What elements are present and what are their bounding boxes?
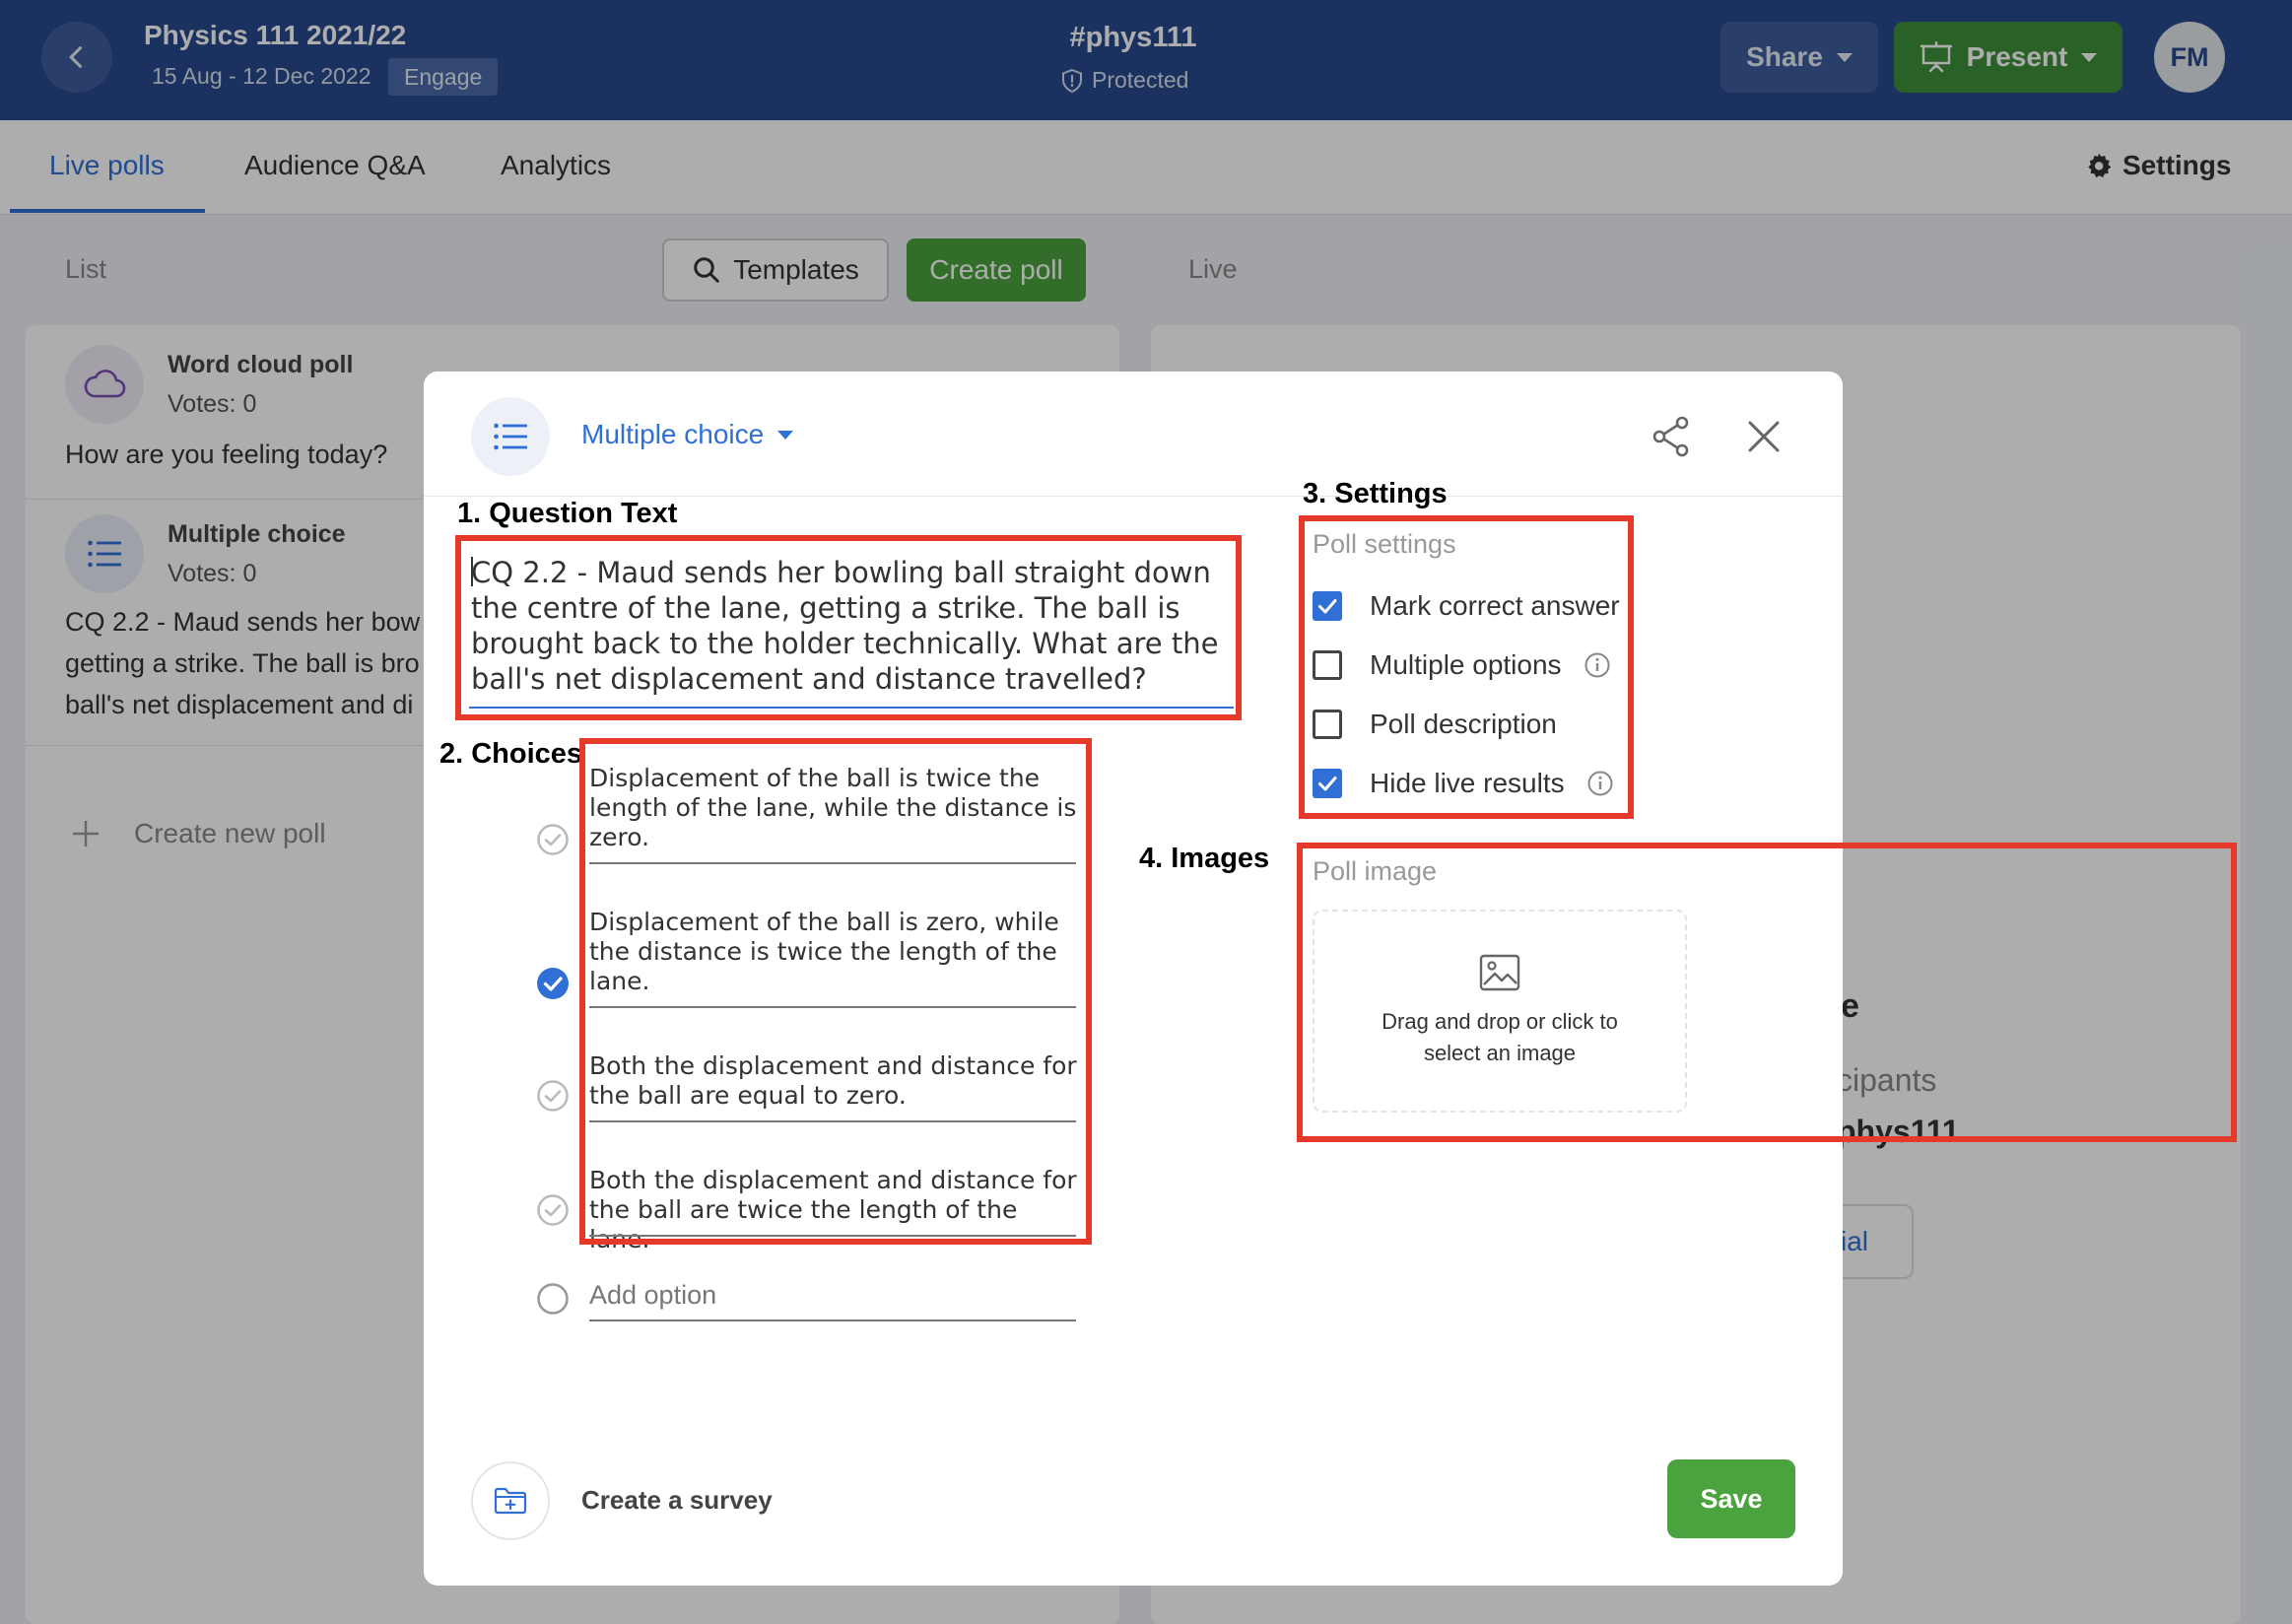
modal-header-divider [424, 496, 1843, 497]
annotation-images: 4. Images [1139, 843, 1270, 874]
correct-toggle-icon[interactable] [536, 1193, 570, 1227]
poll-type-dropdown[interactable]: Multiple choice [581, 419, 794, 450]
poll-type-label: Multiple choice [581, 419, 765, 449]
annotation-choices: 2. Choices [439, 738, 583, 770]
add-option-input[interactable]: Add option [589, 1280, 716, 1311]
folder-plus-icon [494, 1487, 527, 1515]
annotation-question-text: 1. Question Text [457, 498, 678, 529]
empty-radio-icon [537, 1283, 569, 1315]
create-poll-modal: Multiple choice 1. Question Text 2. Choi… [424, 372, 2237, 1586]
annotation-box-choices [579, 738, 1092, 1245]
annotation-box-question [455, 535, 1242, 720]
add-option-underline [589, 1320, 1076, 1321]
annotation-settings: 3. Settings [1303, 478, 1448, 509]
create-survey-icon-button[interactable] [471, 1461, 550, 1540]
share-icon[interactable] [1650, 415, 1693, 458]
list-icon [494, 423, 527, 450]
correct-toggle-icon[interactable] [536, 823, 570, 856]
close-icon[interactable] [1746, 419, 1782, 454]
annotation-box-settings [1299, 515, 1634, 819]
annotation-box-images [1297, 843, 2237, 1142]
correct-toggle-icon[interactable] [536, 1079, 570, 1113]
poll-type-icon [471, 397, 550, 476]
save-button[interactable]: Save [1667, 1459, 1795, 1538]
create-survey-link[interactable]: Create a survey [581, 1485, 773, 1516]
correct-answer-check-icon[interactable] [536, 967, 570, 1000]
caret-down-icon [777, 430, 794, 440]
